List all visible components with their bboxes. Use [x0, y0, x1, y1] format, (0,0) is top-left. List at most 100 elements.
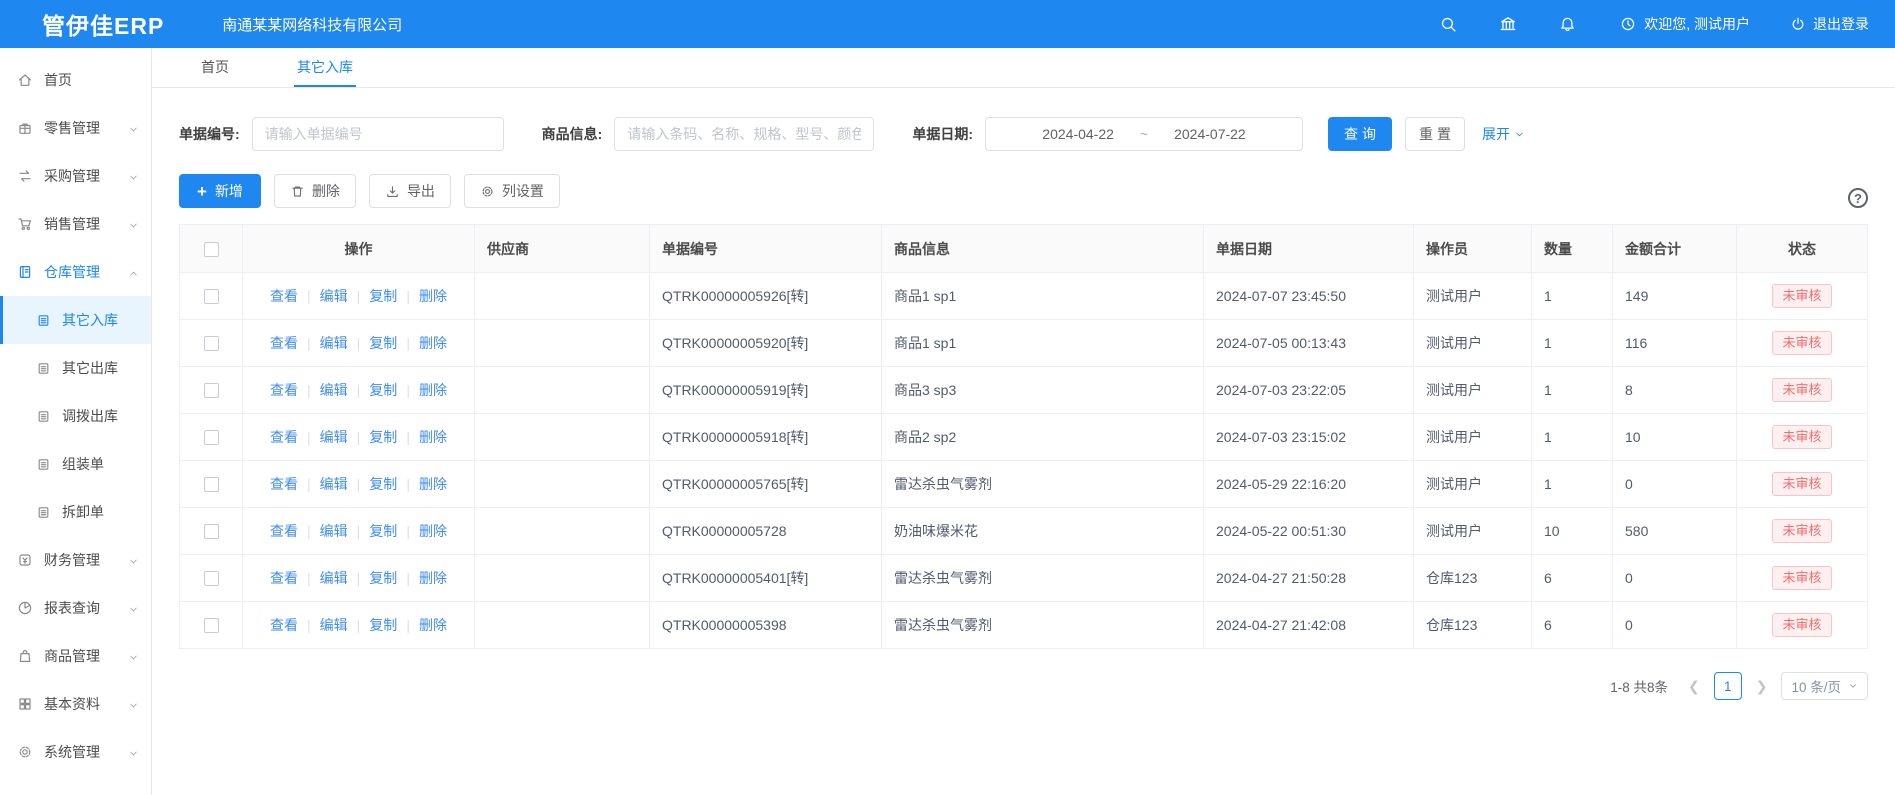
amount-cell: 0: [1613, 602, 1737, 649]
column-settings-button[interactable]: 列设置: [464, 174, 560, 208]
copy-link[interactable]: 复制: [348, 286, 398, 306]
sidebar-item-products[interactable]: 商品管理: [0, 632, 151, 680]
date-range-picker[interactable]: 2024-04-22 ~ 2024-07-22: [985, 117, 1303, 151]
product-info-label: 商品信息:: [542, 124, 603, 144]
sidebar-item-reports[interactable]: 报表查询: [0, 584, 151, 632]
bill-no-input[interactable]: [252, 117, 504, 151]
user-welcome[interactable]: 欢迎您, 测试用户: [1620, 14, 1750, 34]
doc-icon: [36, 409, 51, 424]
chevron-down-icon: [1848, 681, 1858, 691]
gear-icon: [480, 184, 495, 199]
sidebar-item-sales[interactable]: 销售管理: [0, 200, 151, 248]
delete-link[interactable]: 删除: [397, 615, 447, 635]
help-icon[interactable]: ?: [1848, 188, 1868, 208]
sidebar-item-purchase[interactable]: 采购管理: [0, 152, 151, 200]
copy-link[interactable]: 复制: [348, 615, 398, 635]
delete-link[interactable]: 删除: [397, 333, 447, 353]
row-checkbox[interactable]: [204, 383, 219, 398]
view-link[interactable]: 查看: [270, 521, 298, 541]
table-row: 查看编辑复制删除 QTRK00000005919[转] 商品3 sp3 2024…: [180, 367, 1868, 414]
row-checkbox[interactable]: [204, 571, 219, 586]
bank-icon[interactable]: [1499, 15, 1517, 33]
copy-link[interactable]: 复制: [348, 568, 398, 588]
export-button[interactable]: 导出: [369, 174, 451, 208]
edit-link[interactable]: 编辑: [298, 286, 348, 306]
view-link[interactable]: 查看: [270, 286, 298, 306]
app-logo: 管伊佳ERP: [42, 7, 164, 41]
money-icon: [17, 552, 33, 568]
status-badge: 未审核: [1772, 425, 1831, 450]
date-from[interactable]: 2024-04-22: [1042, 126, 1114, 142]
delete-link[interactable]: 删除: [397, 474, 447, 494]
sidebar-item-other-outbound[interactable]: 其它出库: [0, 344, 151, 392]
doc-icon: [36, 313, 51, 328]
select-all-checkbox[interactable]: [204, 242, 219, 257]
copy-link[interactable]: 复制: [348, 380, 398, 400]
edit-link[interactable]: 编辑: [298, 333, 348, 353]
sidebar-item-transfer-outbound[interactable]: 调拨出库: [0, 392, 151, 440]
query-button[interactable]: 查询: [1328, 117, 1392, 151]
sidebar-item-system[interactable]: 系统管理: [0, 728, 151, 776]
prev-page-icon[interactable]: ❮: [1684, 678, 1704, 695]
row-checkbox[interactable]: [204, 289, 219, 304]
edit-link[interactable]: 编辑: [298, 615, 348, 635]
row-checkbox[interactable]: [204, 477, 219, 492]
gear-icon: [17, 744, 33, 760]
sidebar-item-retail[interactable]: 零售管理: [0, 104, 151, 152]
logout-button[interactable]: 退出登录: [1790, 14, 1869, 34]
view-link[interactable]: 查看: [270, 474, 298, 494]
sidebar-item-home[interactable]: 首页: [0, 56, 151, 104]
row-checkbox[interactable]: [204, 430, 219, 445]
product-cell: 雷达杀虫气雾剂: [882, 555, 1204, 602]
table-row: 查看编辑复制删除 QTRK00000005926[转] 商品1 sp1 2024…: [180, 273, 1868, 320]
add-button[interactable]: + 新增: [179, 174, 261, 208]
amount-cell: 10: [1613, 414, 1737, 461]
delete-link[interactable]: 删除: [397, 521, 447, 541]
chevron-down-icon: [1514, 129, 1525, 140]
cart-icon: [17, 216, 33, 232]
edit-link[interactable]: 编辑: [298, 568, 348, 588]
view-link[interactable]: 查看: [270, 427, 298, 447]
search-icon[interactable]: [1440, 16, 1457, 33]
tab-home[interactable]: 首页: [198, 48, 232, 87]
row-checkbox[interactable]: [204, 524, 219, 539]
view-link[interactable]: 查看: [270, 380, 298, 400]
tab-other-inbound[interactable]: 其它入库: [294, 48, 356, 87]
page-button[interactable]: 1: [1714, 672, 1742, 700]
page-size-select[interactable]: 10 条/页: [1781, 672, 1868, 700]
view-link[interactable]: 查看: [270, 333, 298, 353]
table-row: 查看编辑复制删除 QTRK00000005728 奶油味爆米花 2024-05-…: [180, 508, 1868, 555]
delete-link[interactable]: 删除: [397, 427, 447, 447]
sidebar-item-assembly[interactable]: 组装单: [0, 440, 151, 488]
delete-link[interactable]: 删除: [397, 286, 447, 306]
copy-link[interactable]: 复制: [348, 333, 398, 353]
product-info-input[interactable]: [614, 117, 874, 151]
date-to[interactable]: 2024-07-22: [1174, 126, 1246, 142]
operator-cell: 仓库123: [1414, 602, 1532, 649]
sidebar-item-disassembly[interactable]: 拆卸单: [0, 488, 151, 536]
delete-link[interactable]: 删除: [397, 380, 447, 400]
table-row: 查看编辑复制删除 QTRK00000005401[转] 雷达杀虫气雾剂 2024…: [180, 555, 1868, 602]
next-page-icon[interactable]: ❯: [1752, 678, 1772, 695]
sidebar-item-finance[interactable]: 财务管理: [0, 536, 151, 584]
view-link[interactable]: 查看: [270, 615, 298, 635]
sidebar-item-basic-data[interactable]: 基本资料: [0, 680, 151, 728]
row-checkbox[interactable]: [204, 618, 219, 633]
amount-cell: 149: [1613, 273, 1737, 320]
delete-link[interactable]: 删除: [397, 568, 447, 588]
edit-link[interactable]: 编辑: [298, 474, 348, 494]
copy-link[interactable]: 复制: [348, 427, 398, 447]
edit-link[interactable]: 编辑: [298, 521, 348, 541]
sidebar-item-warehouse[interactable]: 仓库管理: [0, 248, 151, 296]
copy-link[interactable]: 复制: [348, 521, 398, 541]
sidebar-item-other-inbound[interactable]: 其它入库: [0, 296, 151, 344]
view-link[interactable]: 查看: [270, 568, 298, 588]
edit-link[interactable]: 编辑: [298, 427, 348, 447]
reset-button[interactable]: 重置: [1405, 117, 1465, 151]
row-checkbox[interactable]: [204, 336, 219, 351]
expand-link[interactable]: 展开: [1482, 124, 1525, 144]
copy-link[interactable]: 复制: [348, 474, 398, 494]
edit-link[interactable]: 编辑: [298, 380, 348, 400]
bell-icon[interactable]: [1559, 16, 1576, 33]
delete-button[interactable]: 删除: [274, 174, 356, 208]
